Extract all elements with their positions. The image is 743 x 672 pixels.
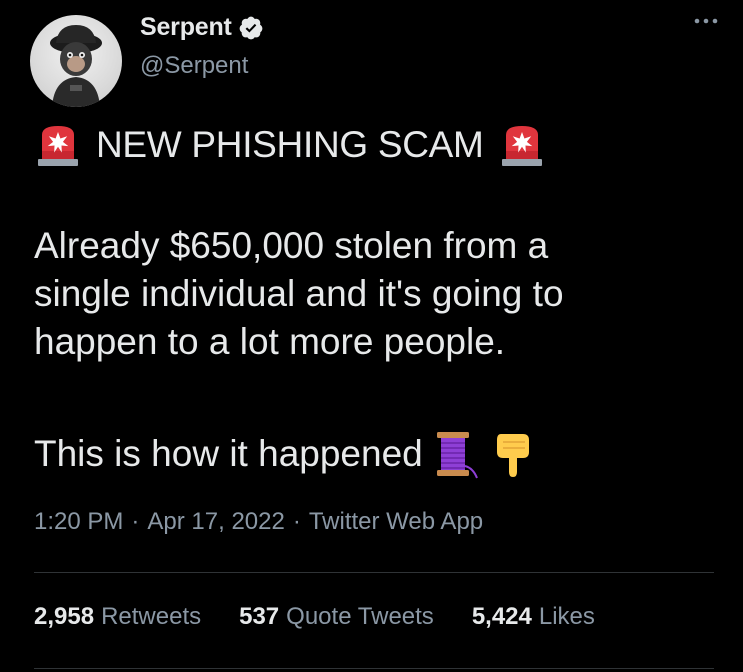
meta-separator: · [131,508,140,535]
retweets-stat[interactable]: 2,958 Retweets [34,603,201,631]
tweet-meta: 1:20 PM · Apr 17, 2022 · Twitter Web App [34,508,483,536]
quote-tweets-count: 537 [239,603,280,630]
author-handle[interactable]: @Serpent [140,52,248,80]
avatar[interactable] [30,15,122,107]
tweet-body-text: Already $650,000 stolen from a single in… [34,225,564,362]
author-name-row[interactable]: Serpent [140,13,264,42]
retweets-count: 2,958 [34,603,95,630]
point-down-icon [493,430,535,478]
divider [34,572,714,573]
verified-badge-icon [238,15,264,41]
likes-label: Likes [538,603,595,630]
police-siren-icon [498,121,546,169]
likes-count: 5,424 [471,603,532,630]
divider [34,668,714,669]
tweet-date[interactable]: Apr 17, 2022 [147,508,284,536]
meta-separator: · [292,508,301,535]
tweet-card: Serpent @Serpent NEW PHISHING SCAM Alrea… [0,0,743,672]
thread-spool-icon [435,428,479,480]
likes-stat[interactable]: 5,424 Likes [472,603,595,631]
tweet-thread-line: This is how it happened [34,424,535,484]
tweet-stats: 2,958 Retweets 537 Quote Tweets 5,424 Li… [34,603,595,631]
police-siren-icon [34,121,82,169]
quote-tweets-stat[interactable]: 537 Quote Tweets [239,603,434,631]
tweet-source[interactable]: Twitter Web App [309,508,483,536]
author-display-name[interactable]: Serpent [140,13,232,42]
tweet-thread-text: This is how it happened [34,433,423,474]
tweet-headline-text: NEW PHISHING SCAM [96,124,484,165]
tweet-time[interactable]: 1:20 PM [34,508,123,536]
retweets-label: Retweets [101,603,202,630]
quote-tweets-label: Quote Tweets [286,603,434,630]
more-options-icon[interactable] [691,14,721,28]
tweet-headline-row: NEW PHISHING SCAM [34,118,546,172]
